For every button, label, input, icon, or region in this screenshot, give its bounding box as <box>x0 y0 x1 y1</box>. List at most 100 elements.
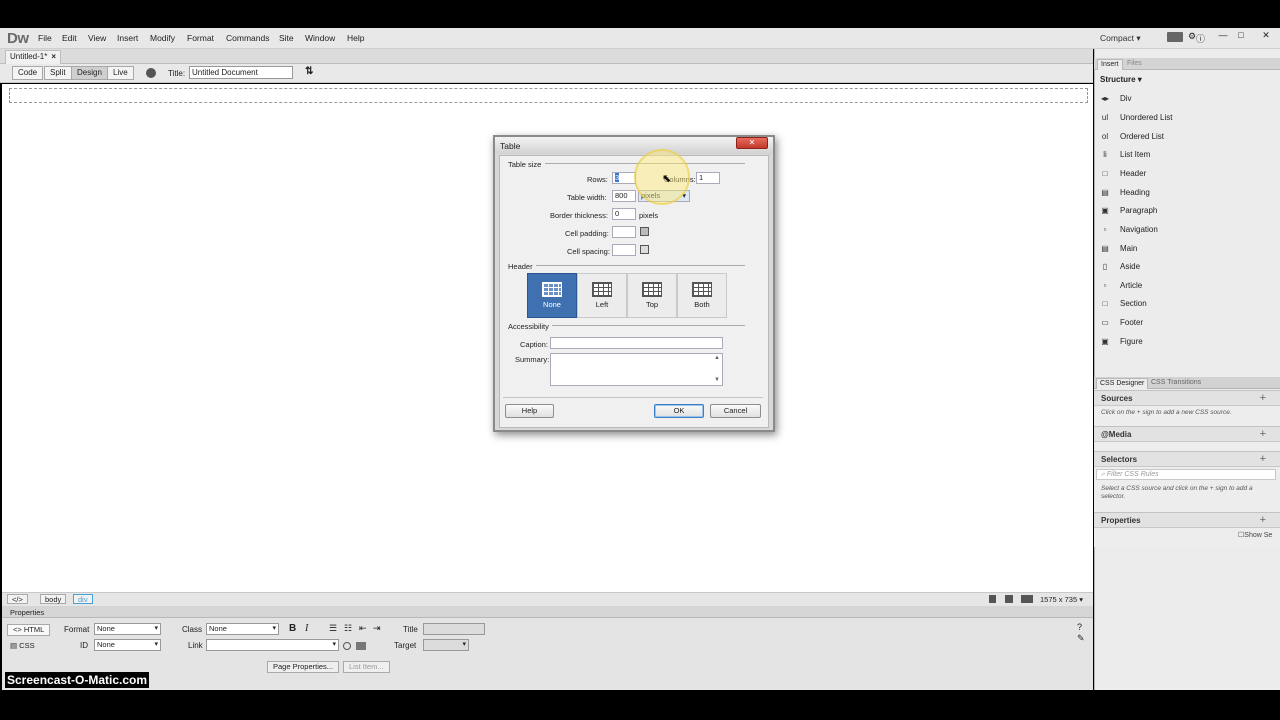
insert-section[interactable]: □ Section <box>1099 296 1277 312</box>
menu-file[interactable]: File <box>38 33 52 43</box>
link-input[interactable]: ▾ <box>206 639 339 651</box>
div-tag-selector[interactable]: div <box>73 594 93 604</box>
list-item-button[interactable]: List Item... <box>343 661 390 673</box>
point-to-file-icon[interactable] <box>343 642 351 650</box>
class-select[interactable]: None ▾ <box>206 623 279 635</box>
menu-format[interactable]: Format <box>187 33 214 43</box>
code-tag-selector[interactable]: </> <box>7 594 28 604</box>
target-select[interactable]: ▾ <box>423 639 469 651</box>
selectors-section[interactable]: Selectors + <box>1094 451 1280 467</box>
browse-folder-icon[interactable] <box>356 642 366 650</box>
cell-spacing-input[interactable] <box>612 244 636 256</box>
filter-css-rules-input[interactable]: ⌕ Filter CSS Rules <box>1096 469 1276 480</box>
tab-insert[interactable]: Insert <box>1097 59 1123 70</box>
caption-input[interactable] <box>550 337 723 349</box>
title-prop-input[interactable] <box>423 623 485 635</box>
menu-commands[interactable]: Commands <box>226 33 269 43</box>
desktop-size-icon[interactable] <box>1021 595 1033 603</box>
table-width-input[interactable]: 800 <box>612 190 636 202</box>
page-properties-button[interactable]: Page Properties... <box>267 661 340 673</box>
menu-edit[interactable]: Edit <box>62 33 77 43</box>
outdent-icon[interactable]: ⇤ <box>359 623 367 634</box>
quick-tag-editor-icon[interactable]: ✎ <box>1077 633 1085 644</box>
insert-paragraph[interactable]: ▣ Paragraph <box>1099 203 1277 219</box>
header-option-both[interactable]: Both <box>677 273 727 318</box>
insert-category-select[interactable]: Structure ▾ <box>1100 75 1142 84</box>
dialog-help-button[interactable]: Help <box>505 404 554 418</box>
sync-settings-icon[interactable] <box>1167 32 1183 42</box>
insert-footer[interactable]: ▭ Footer <box>1099 315 1277 331</box>
menu-site[interactable]: Site <box>279 33 294 43</box>
insert-div[interactable]: ◂▸ Div <box>1099 91 1277 107</box>
document-title-input[interactable]: Untitled Document <box>189 66 293 79</box>
scroll-down-icon[interactable]: ▼ <box>714 377 720 383</box>
insert-article[interactable]: ▫ Article <box>1099 278 1277 294</box>
header-option-left[interactable]: Left <box>577 273 627 318</box>
insert-unordered-list[interactable]: ul Unordered List <box>1099 110 1277 126</box>
format-select[interactable]: None ▾ <box>94 623 161 635</box>
header-option-top[interactable]: Top <box>627 273 677 318</box>
rows-input[interactable]: 3 <box>612 172 636 184</box>
dialog-close-button[interactable]: ✕ <box>736 137 768 149</box>
info-icon[interactable]: ⓘ <box>1196 32 1205 45</box>
insert-header[interactable]: □ Header <box>1099 166 1277 182</box>
gear-icon[interactable]: ⚙ <box>1188 31 1196 42</box>
border-thickness-input[interactable]: 0 <box>612 208 636 220</box>
insert-aside[interactable]: ▯ Aside <box>1099 259 1277 275</box>
file-management-icon[interactable]: ⇅ <box>305 66 313 77</box>
insert-navigation[interactable]: ▫ Navigation <box>1099 222 1277 238</box>
document-tab[interactable]: Untitled-1* × <box>5 50 62 64</box>
help-icon[interactable]: ? <box>1077 622 1082 632</box>
live-view-button[interactable]: Live <box>107 66 134 80</box>
bold-button[interactable]: B <box>289 623 296 634</box>
cell-padding-input[interactable] <box>612 226 636 238</box>
insert-heading[interactable]: ▤ Heading <box>1099 185 1277 201</box>
workspace-switcher[interactable]: Compact ▾ <box>1100 33 1141 44</box>
add-property-icon[interactable]: + <box>1260 514 1266 526</box>
add-selector-icon[interactable]: + <box>1260 453 1266 465</box>
tab-css-transitions[interactable]: CSS Transitions <box>1148 378 1204 389</box>
tablet-size-icon[interactable] <box>1005 595 1013 603</box>
css-properties-button[interactable]: ▤ CSS <box>10 641 35 650</box>
menu-help[interactable]: Help <box>347 33 364 43</box>
insert-figure[interactable]: ▣ Figure <box>1099 334 1277 350</box>
scroll-up-icon[interactable]: ▲ <box>714 355 720 361</box>
dialog-ok-button[interactable]: OK <box>654 404 704 418</box>
id-select[interactable]: None ▾ <box>94 639 161 651</box>
ordered-list-icon[interactable]: ☷ <box>344 623 352 634</box>
sources-section[interactable]: Sources + <box>1094 390 1280 406</box>
window-size-readout[interactable]: 1575 x 735 ▾ <box>1040 595 1083 604</box>
menu-view[interactable]: View <box>88 33 106 43</box>
indent-icon[interactable]: ⇥ <box>373 623 381 634</box>
insert-list-item[interactable]: li List Item <box>1099 147 1277 163</box>
mobile-size-icon[interactable] <box>989 595 996 603</box>
header-option-none[interactable]: None <box>527 273 577 318</box>
tab-files[interactable]: Files <box>1124 59 1145 70</box>
properties-section[interactable]: Properties + <box>1094 512 1280 528</box>
code-view-button[interactable]: Code <box>12 66 44 80</box>
insert-ordered-list[interactable]: ol Ordered List <box>1099 129 1277 145</box>
menu-insert[interactable]: Insert <box>117 33 138 43</box>
media-section[interactable]: @Media + <box>1094 426 1280 442</box>
design-view-button[interactable]: Design <box>71 66 108 80</box>
minimize-button[interactable]: — <box>1216 29 1230 41</box>
browser-preview-icon[interactable] <box>146 68 156 78</box>
tab-css-designer[interactable]: CSS Designer <box>1096 378 1149 389</box>
insert-main[interactable]: ▤ Main <box>1099 241 1277 257</box>
close-window-button[interactable]: ✕ <box>1259 29 1273 41</box>
split-view-button[interactable]: Split <box>44 66 72 80</box>
selected-div-outline[interactable] <box>9 88 1088 103</box>
add-source-icon[interactable]: + <box>1260 392 1266 404</box>
html-properties-button[interactable]: <> HTML <box>7 624 51 636</box>
summary-textarea[interactable] <box>550 353 723 386</box>
columns-input[interactable]: 1 <box>696 172 720 184</box>
body-tag-selector[interactable]: body <box>40 594 67 604</box>
add-media-icon[interactable]: + <box>1260 428 1266 440</box>
close-tab-icon[interactable]: × <box>51 52 56 61</box>
menu-window[interactable]: Window <box>305 33 335 43</box>
show-set-checkbox[interactable]: ☐Show Se <box>1238 531 1280 539</box>
italic-button[interactable]: I <box>305 623 308 634</box>
unordered-list-icon[interactable]: ☰ <box>329 623 337 634</box>
menu-modify[interactable]: Modify <box>150 33 175 43</box>
maximize-button[interactable]: □ <box>1234 29 1248 41</box>
